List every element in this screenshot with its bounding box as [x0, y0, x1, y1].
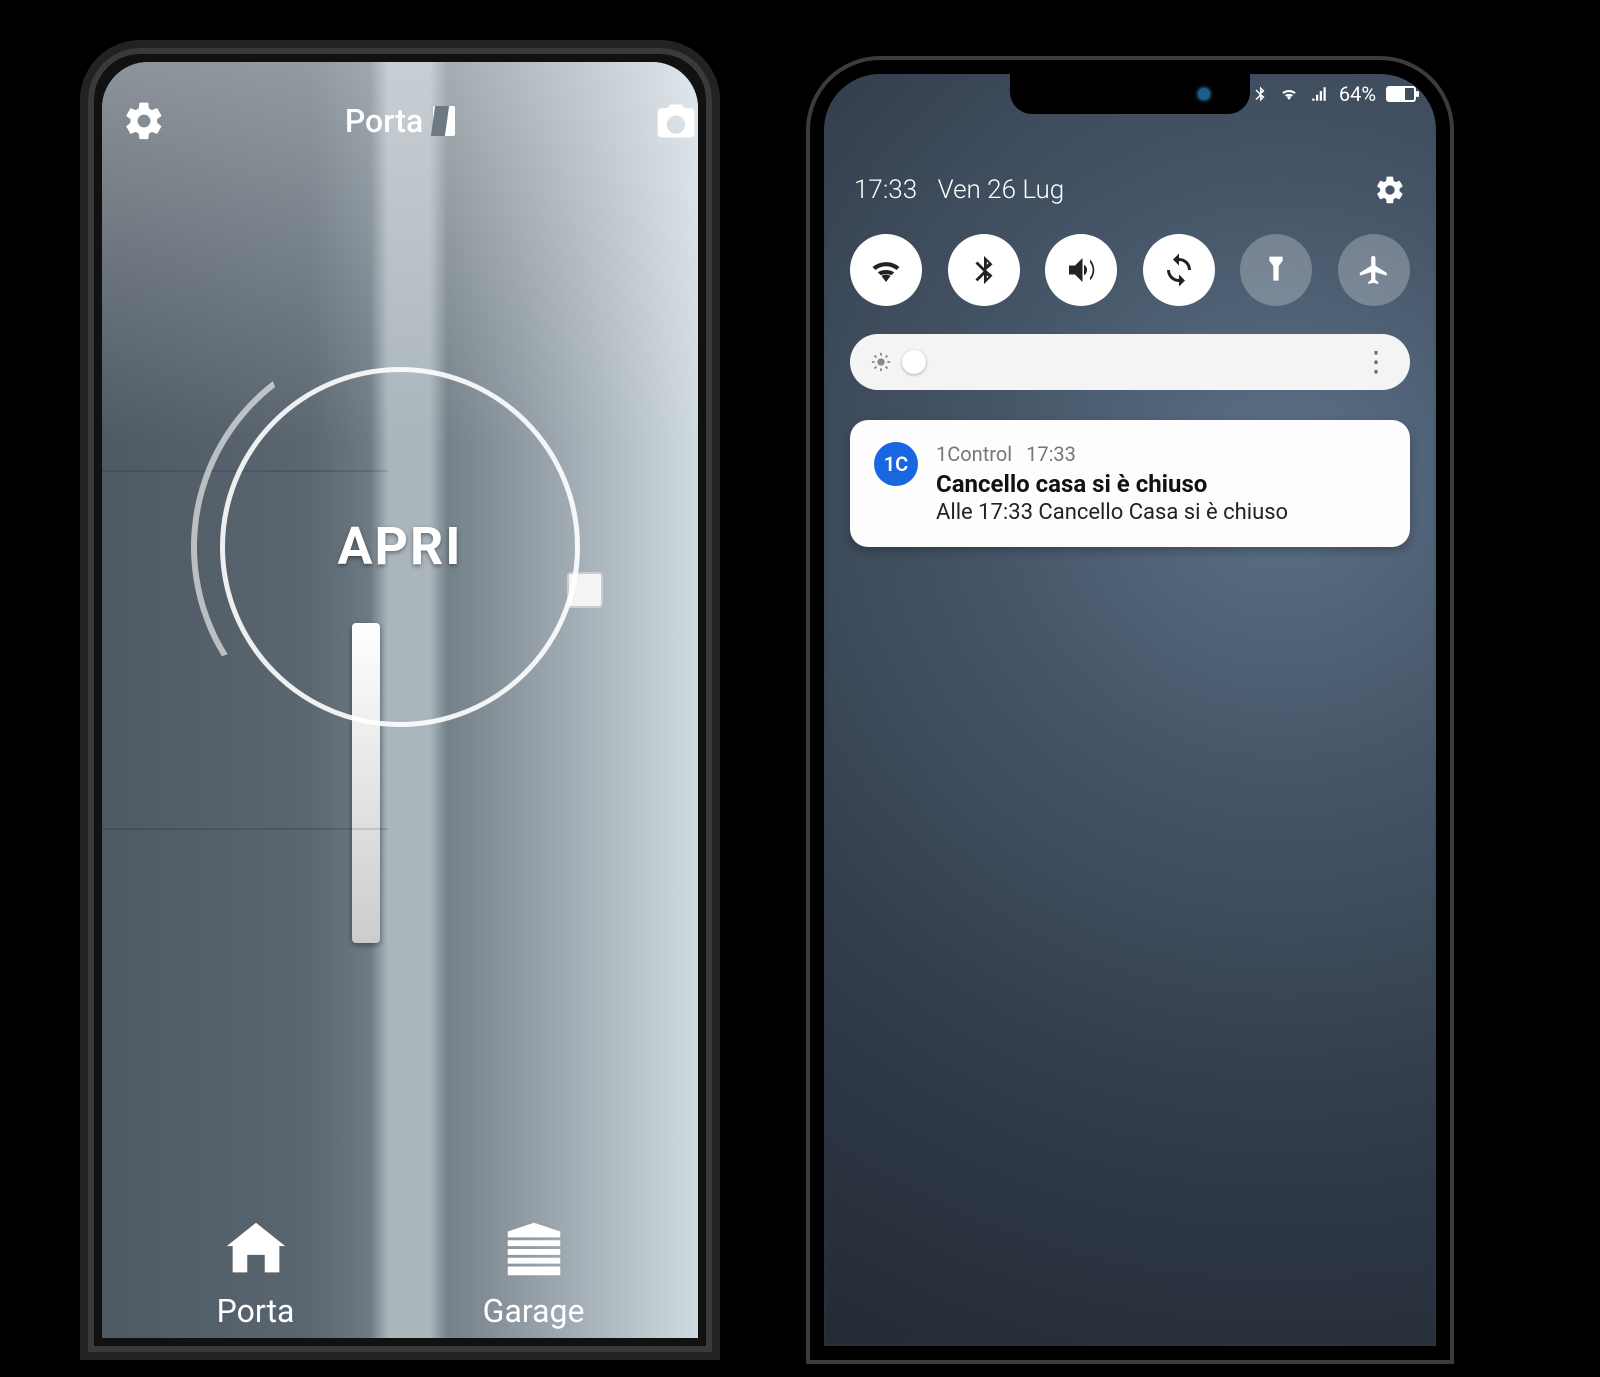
qs-sound[interactable]: [1045, 234, 1117, 306]
bluetooth-status-icon: [1251, 85, 1269, 103]
phone-left: Porta APRI Porta Garage: [80, 40, 720, 1360]
door-icon: [433, 106, 455, 136]
house-icon: [216, 1214, 296, 1284]
notification-app-name: 1Control: [936, 442, 1012, 466]
qs-flashlight[interactable]: [1240, 234, 1312, 306]
brightness-low-icon: [870, 351, 892, 373]
notification-time: 17:33: [1026, 442, 1076, 466]
left-top-bar: Porta: [102, 102, 698, 140]
status-bar: 64%: [1251, 82, 1416, 106]
bottom-tab-bar: Porta Garage: [102, 1194, 698, 1338]
clock-date: Ven 26 Lug: [938, 175, 1065, 205]
tab-garage[interactable]: Garage: [483, 1214, 585, 1330]
tab-garage-label: Garage: [483, 1292, 585, 1330]
wifi-status-icon: [1279, 85, 1299, 103]
phone-notch: [1010, 74, 1250, 114]
settings-icon[interactable]: [1374, 174, 1406, 206]
battery-icon: [1386, 86, 1416, 102]
settings-icon[interactable]: [122, 99, 166, 143]
phone-right: 64% 17:33 Ven 26 Lug: [810, 60, 1450, 1360]
notification-app-icon: 1C: [874, 442, 918, 486]
tab-porta-label: Porta: [217, 1292, 295, 1330]
garage-icon: [494, 1214, 574, 1284]
quick-settings-row: [850, 234, 1410, 306]
notification-shade-header: 17:33 Ven 26 Lug: [854, 174, 1406, 206]
left-screen: Porta APRI Porta Garage: [102, 62, 698, 1338]
qs-bluetooth[interactable]: [948, 234, 1020, 306]
notification-body: Alle 17:33 Cancello Casa si è chiuso: [936, 500, 1386, 525]
brightness-slider[interactable]: ⋮: [850, 334, 1410, 390]
notification-title: Cancello casa si è chiuso: [936, 470, 1386, 498]
qs-wifi[interactable]: [850, 234, 922, 306]
battery-percent: 64%: [1339, 82, 1376, 106]
camera-icon[interactable]: [654, 99, 698, 143]
tab-porta[interactable]: Porta: [216, 1214, 296, 1330]
open-button-label: APRI: [338, 516, 463, 577]
notification-card[interactable]: 1C 1Control 17:33 Cancello casa si è chi…: [850, 420, 1410, 547]
qs-airplane[interactable]: [1338, 234, 1410, 306]
brightness-thumb[interactable]: [902, 350, 926, 374]
qs-autorotate[interactable]: [1143, 234, 1215, 306]
left-header-title: Porta: [345, 102, 423, 140]
right-screen: 64% 17:33 Ven 26 Lug: [824, 74, 1436, 1346]
clock-time: 17:33: [854, 175, 917, 205]
open-button[interactable]: APRI: [220, 367, 580, 727]
signal-status-icon: [1309, 85, 1329, 103]
